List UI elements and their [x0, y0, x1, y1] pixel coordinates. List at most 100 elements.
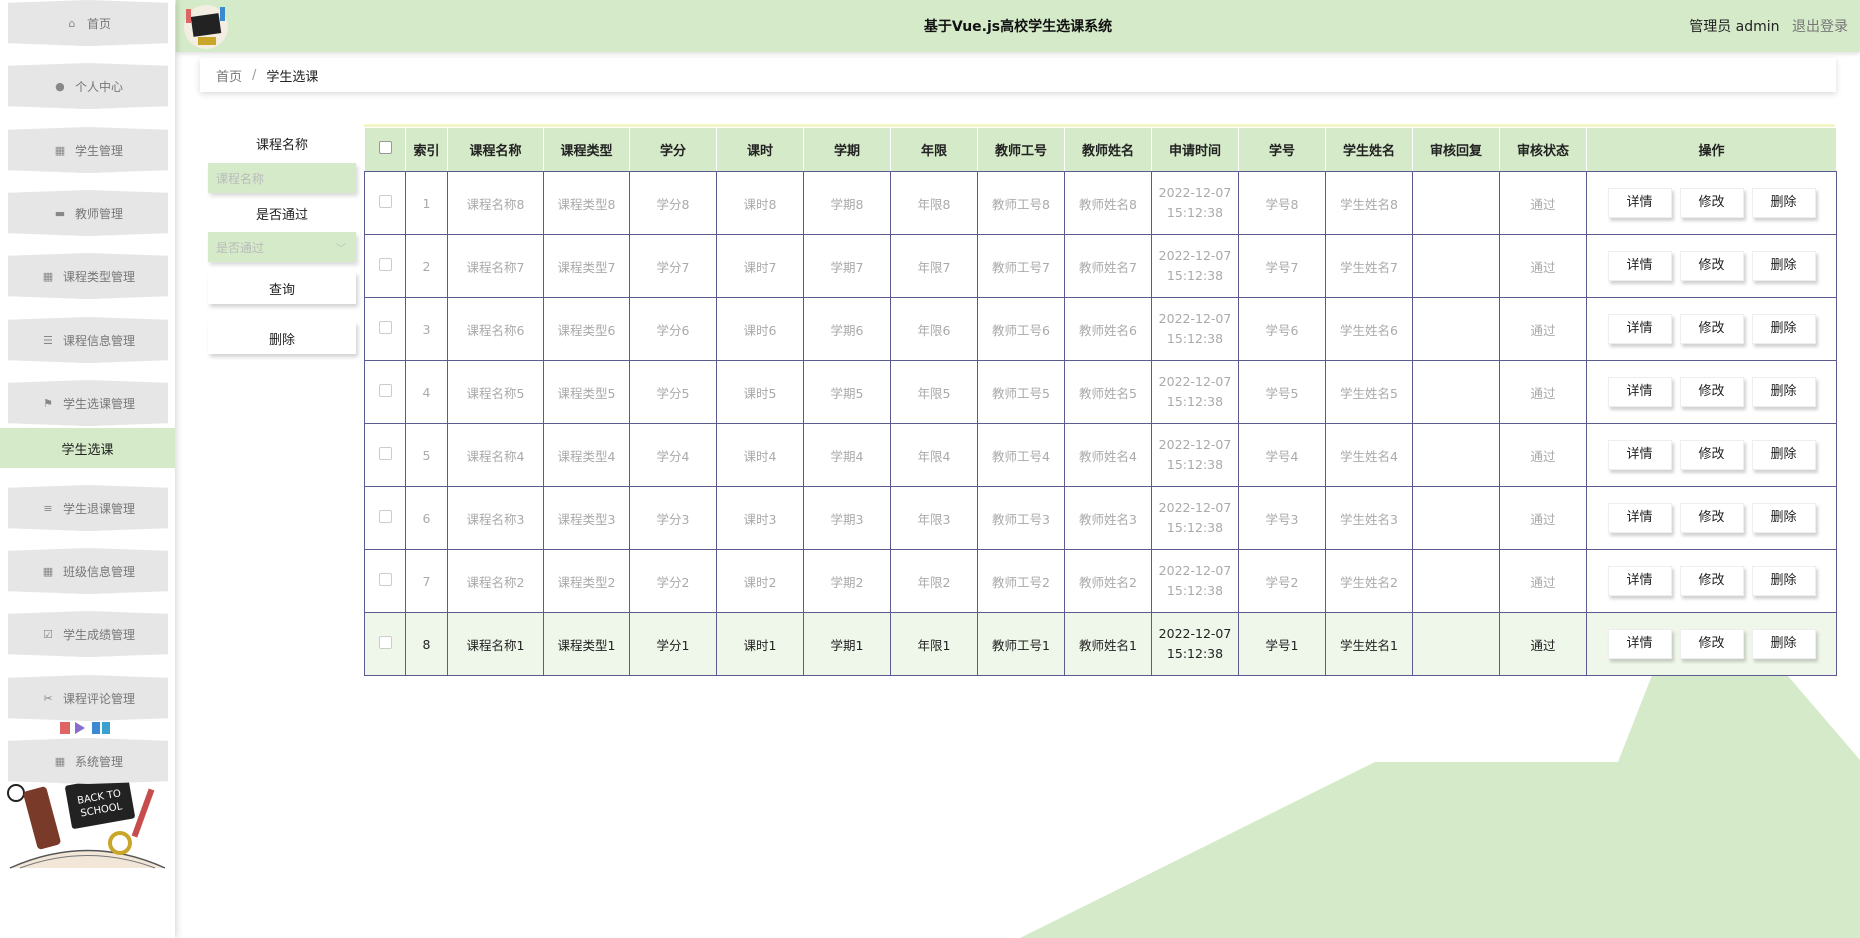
edit-button[interactable]: 修改 [1679, 503, 1744, 533]
sidebar-item-profile[interactable]: ● 个人中心 [8, 63, 168, 109]
search-button[interactable]: 查询 [208, 272, 356, 304]
row-select-cell[interactable] [364, 486, 406, 550]
delete-button[interactable]: 删除 [1751, 629, 1816, 659]
delete-button[interactable]: 删除 [1751, 566, 1816, 596]
detail-button[interactable]: 详情 [1607, 566, 1672, 596]
cell-status: 通过 [1499, 612, 1587, 676]
table-row: 8 课程名称1 课程类型1 学分1 课时1 学期1 年限1 教师工号1 教师姓名1 2022-12… [364, 612, 1837, 676]
delete-button[interactable]: 删除 [1751, 440, 1816, 470]
row-select-cell[interactable] [364, 171, 406, 235]
detail-button[interactable]: 详情 [1607, 377, 1672, 407]
cell-apply-time: 2022-12-07 15:12:38 [1151, 549, 1239, 613]
row-checkbox[interactable] [378, 573, 392, 586]
cell-type: 课程类型8 [543, 171, 630, 235]
apply-date: 2022-12-07 [1158, 437, 1232, 452]
row-checkbox[interactable] [378, 195, 392, 208]
cell-actions: 详情 修改 删除 [1586, 423, 1837, 487]
cell-status: 通过 [1499, 234, 1587, 298]
detail-button[interactable]: 详情 [1607, 251, 1672, 281]
edit-button[interactable]: 修改 [1679, 314, 1744, 344]
sidebar-item-course-selection[interactable]: ⚑ 学生选课管理 [8, 380, 168, 426]
cell-credit: 学分5 [629, 360, 717, 424]
cell-name: 课程名称2 [447, 549, 544, 613]
course-name-input[interactable]: 课程名称 [208, 163, 356, 193]
row-checkbox[interactable] [378, 447, 392, 460]
table-row: 4 课程名称5 课程类型5 学分5 课时5 学期5 年限5 教师工号5 教师姓名5 2022-12… [364, 360, 1837, 424]
sidebar-item-comments[interactable]: ✂ 课程评论管理 [8, 675, 168, 721]
row-checkbox[interactable] [378, 384, 392, 397]
apply-date: 2022-12-07 [1158, 500, 1232, 515]
select-all-cell[interactable] [364, 127, 406, 172]
edit-button[interactable]: 修改 [1679, 251, 1744, 281]
sidebar-item-teachers[interactable]: ▬ 教师管理 [8, 190, 168, 236]
detail-button[interactable]: 详情 [1607, 188, 1672, 218]
detail-button[interactable]: 详情 [1607, 440, 1672, 470]
delete-button[interactable]: 删除 [1751, 314, 1816, 344]
cell-name: 课程名称1 [447, 612, 544, 676]
sidebar-item-course-drop[interactable]: ≡ 学生退课管理 [8, 485, 168, 531]
detail-button[interactable]: 详情 [1607, 503, 1672, 533]
sidebar-item-grades[interactable]: ☑ 学生成绩管理 [8, 611, 168, 657]
table-row: 2 课程名称7 课程类型7 学分7 课时7 学期7 年限7 教师工号7 教师姓名7 2022-12… [364, 234, 1837, 298]
cell-hours: 课时2 [716, 549, 804, 613]
cell-hours: 课时5 [716, 360, 804, 424]
apply-clock: 15:12:38 [1166, 520, 1224, 535]
edit-button[interactable]: 修改 [1679, 629, 1744, 659]
select-all-checkbox[interactable] [378, 141, 392, 154]
cell-tname: 教师姓名5 [1064, 360, 1152, 424]
row-select-cell[interactable] [364, 360, 406, 424]
cell-reply [1412, 612, 1500, 676]
column-header: 申请时间 [1151, 127, 1239, 172]
detail-button[interactable]: 详情 [1607, 314, 1672, 344]
username: admin [1735, 19, 1780, 35]
cell-actions: 详情 修改 删除 [1586, 297, 1837, 361]
passed-select[interactable]: 是否通过 ﹀ [208, 232, 356, 262]
cell-tname: 教师姓名3 [1064, 486, 1152, 550]
row-select-cell[interactable] [364, 612, 406, 676]
sidebar-item-label: 学生选课管理 [62, 396, 135, 411]
detail-button[interactable]: 详情 [1607, 629, 1672, 659]
delete-button[interactable]: 删除 [1751, 188, 1816, 218]
cell-hours: 课时7 [716, 234, 804, 298]
sidebar-item-course-info[interactable]: ☰ 课程信息管理 [8, 317, 168, 363]
row-checkbox[interactable] [378, 510, 392, 523]
sidebar-item-course-types[interactable]: ▦ 课程类型管理 [8, 253, 168, 299]
sidebar-item-label: 课程评论管理 [62, 691, 135, 706]
column-header: 索引 [405, 127, 448, 172]
edit-button[interactable]: 修改 [1679, 377, 1744, 407]
delete-selected-button[interactable]: 删除 [208, 322, 356, 354]
grid-icon: ▦ [54, 143, 66, 157]
row-select-cell[interactable] [364, 549, 406, 613]
delete-button[interactable]: 删除 [1751, 377, 1816, 407]
row-select-cell[interactable] [364, 423, 406, 487]
cell-tno: 教师工号8 [977, 171, 1065, 235]
apply-clock: 15:12:38 [1166, 583, 1224, 598]
edit-button[interactable]: 修改 [1679, 188, 1744, 218]
column-header: 学分 [629, 127, 717, 172]
sidebar-item-home[interactable]: ⌂ 首页 [8, 0, 168, 46]
delete-button[interactable]: 删除 [1751, 251, 1816, 281]
cell-hours: 课时8 [716, 171, 804, 235]
logout-link[interactable]: 退出登录 [1792, 19, 1848, 35]
row-checkbox[interactable] [378, 258, 392, 271]
cell-name: 课程名称3 [447, 486, 544, 550]
cell-tno: 教师工号1 [977, 612, 1065, 676]
sidebar-item-class-info[interactable]: ▦ 班级信息管理 [8, 548, 168, 594]
row-select-cell[interactable] [364, 297, 406, 361]
breadcrumb-home[interactable]: 首页 [216, 66, 242, 85]
sidebar-item-system[interactable]: ▦ 系统管理 [8, 738, 168, 784]
sidebar-subitem-active[interactable]: 学生选课 [0, 428, 175, 468]
row-select-cell[interactable] [364, 234, 406, 298]
sidebar-item-students[interactable]: ▦ 学生管理 [8, 127, 168, 173]
delete-button[interactable]: 删除 [1751, 503, 1816, 533]
cell-apply-time: 2022-12-07 15:12:38 [1151, 423, 1239, 487]
table-row: 1 课程名称8 课程类型8 学分8 课时8 学期8 年限8 教师工号8 教师姓名8 2022-12… [364, 171, 1837, 235]
edit-button[interactable]: 修改 [1679, 440, 1744, 470]
edit-button[interactable]: 修改 [1679, 566, 1744, 596]
row-checkbox[interactable] [378, 636, 392, 649]
column-header: 课程名称 [447, 127, 544, 172]
cell-sno: 学号8 [1238, 171, 1326, 235]
row-checkbox[interactable] [378, 321, 392, 334]
cell-status: 通过 [1499, 360, 1587, 424]
column-header: 审核状态 [1499, 127, 1587, 172]
